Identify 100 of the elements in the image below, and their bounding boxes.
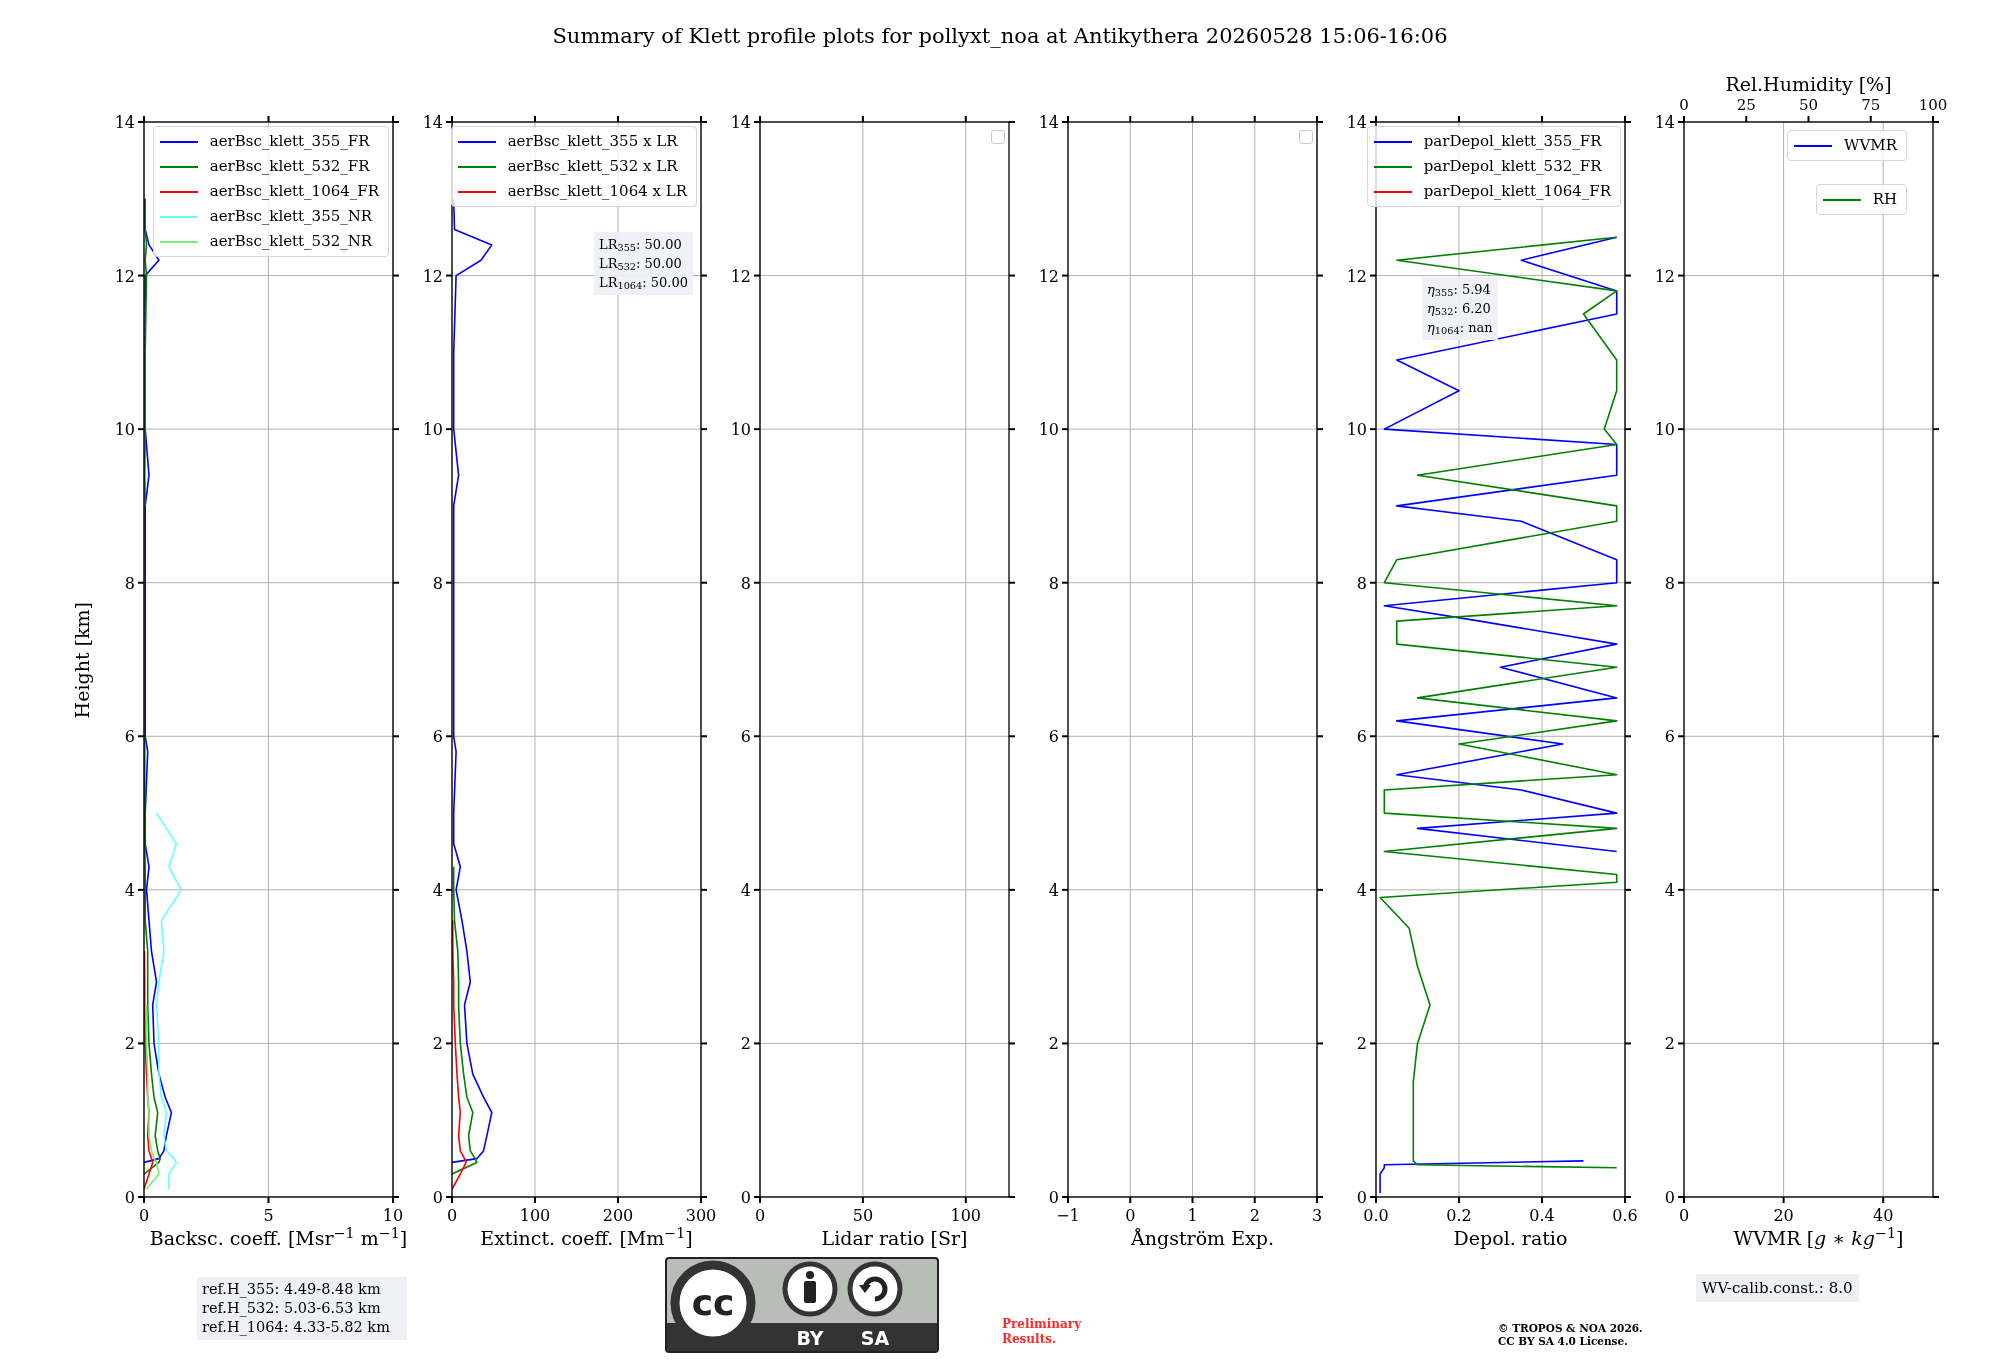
tick-label: 14 <box>1654 113 1675 132</box>
badge-label: SA <box>860 1327 890 1349</box>
tick-label: 8 <box>740 573 751 593</box>
tick-label: 5 <box>263 1206 274 1225</box>
tick-label: 25 <box>1736 96 1756 114</box>
legend-label: parDepol_klett_355_FR <box>1423 131 1602 152</box>
axis-label: Ångström Exp. <box>1131 1226 1274 1251</box>
tick-label: 0 <box>446 1206 458 1225</box>
tick-label: 14 <box>730 113 751 132</box>
tick-label: 12 <box>114 266 135 286</box>
axis-label: Height [km] <box>69 601 94 719</box>
tick-label: 12 <box>1038 266 1059 286</box>
legend-label: aerBsc_klett_355_FR <box>209 131 370 152</box>
tick-label: 0.2 <box>1446 1206 1472 1225</box>
legend-label: aerBsc_klett_1064_FR <box>209 181 379 202</box>
tick-label: 6 <box>1048 727 1059 747</box>
tick-label: 0 <box>138 1206 150 1225</box>
tick-label: 50 <box>852 1206 874 1225</box>
tick-label: 8 <box>124 573 135 593</box>
tick-label: 40 <box>1873 1206 1894 1225</box>
tick-label: 10 <box>422 420 443 440</box>
tick-label: 6 <box>740 727 751 747</box>
tick-label: 2 <box>1664 1034 1675 1054</box>
tick-label: 8 <box>432 573 443 593</box>
tick-label: 2 <box>1048 1034 1059 1054</box>
tick-label: 14 <box>1346 113 1367 132</box>
tick-label: 2 <box>124 1034 135 1054</box>
legend-label: aerBsc_klett_532 x LR <box>507 156 678 177</box>
tick-label: 0.6 <box>1612 1206 1638 1225</box>
legend-label: aerBsc_klett_532_NR <box>209 231 373 252</box>
legend-label: WVMR <box>1844 135 1897 156</box>
legend-label: RH <box>1872 189 1897 210</box>
legend-label: aerBsc_klett_1064 x LR <box>507 181 687 202</box>
tick-label: −1 <box>1056 1206 1080 1225</box>
tick-label: 0 <box>1664 1188 1675 1207</box>
tick-label: 2 <box>1249 1206 1260 1225</box>
tick-label: 50 <box>1798 96 1819 114</box>
tick-label: 2 <box>1356 1034 1367 1054</box>
note-text: Preliminary Results. <box>1002 1317 1083 1347</box>
badge-label: cc <box>691 1282 735 1323</box>
tick-label: 6 <box>124 727 135 747</box>
badge-label: BY <box>796 1327 824 1349</box>
axis-label: WVMR [g ∗ kg$^{−1}$] <box>1733 1225 1904 1251</box>
tick-label: 100 <box>950 1206 982 1225</box>
axis-label: Backsc. coeff. [Msr$^{−1}$ m$^{−1}$] <box>149 1225 408 1251</box>
annotation-text: η$_{532}$: 6.20 <box>1427 300 1491 318</box>
tick-label: 10 <box>1346 420 1367 440</box>
tick-label: 20 <box>1773 1206 1794 1225</box>
axis-label: Lidar ratio [Sr] <box>821 1226 968 1251</box>
tick-label: 12 <box>1346 266 1367 286</box>
tick-label: 0 <box>124 1188 135 1207</box>
tick-label: 300 <box>685 1206 717 1225</box>
tick-label: 10 <box>1654 420 1675 440</box>
tick-label: 10 <box>1038 420 1059 440</box>
info-text: ref.H_1064: 4.33-5.82 km <box>202 1318 391 1337</box>
tick-label: 10 <box>382 1206 404 1225</box>
annotation-text: LR$_{355}$: 50.00 <box>599 236 682 254</box>
tick-label: 0 <box>1679 96 1689 114</box>
tick-label: 4 <box>432 880 443 900</box>
tick-label: 200 <box>602 1206 634 1225</box>
tick-label: 8 <box>1664 573 1675 593</box>
legend-label: aerBsc_klett_532_FR <box>209 156 370 177</box>
tick-label: 0 <box>1678 1206 1690 1225</box>
tick-label: 75 <box>1861 96 1881 114</box>
tick-label: 0 <box>740 1188 751 1207</box>
tick-label: 12 <box>422 266 443 286</box>
tick-label: 0 <box>1125 1206 1136 1225</box>
annotation-text: η$_{355}$: 5.94 <box>1427 281 1491 299</box>
annotation-text: η$_{1064}$: nan <box>1427 319 1493 337</box>
annotation-text: LR$_{532}$: 50.00 <box>599 255 682 273</box>
legend-label: parDepol_klett_1064_FR <box>1423 181 1611 202</box>
figure-title: Summary of Klett profile plots for pollyxt_noa at Antikythera 20260528 15:06-16:06 <box>552 23 1448 50</box>
tick-label: 14 <box>422 113 443 132</box>
tick-label: 10 <box>730 420 751 440</box>
copyright-text: CC BY SA 4.0 License. <box>1498 1335 1628 1348</box>
axis-label: Depol. ratio <box>1453 1226 1568 1251</box>
tick-label: 0 <box>432 1188 443 1207</box>
info-text: ref.H_355: 4.49-8.48 km <box>202 1280 382 1299</box>
tick-label: 12 <box>730 266 751 286</box>
tick-label: 12 <box>1654 266 1675 286</box>
tick-label: 3 <box>1311 1206 1323 1225</box>
tick-label: 6 <box>1356 727 1367 747</box>
tick-label: 0 <box>1048 1188 1059 1207</box>
tick-label: 4 <box>740 880 751 900</box>
tick-label: 8 <box>1048 573 1059 593</box>
tick-label: 8 <box>1356 573 1367 593</box>
tick-label: 4 <box>124 880 135 900</box>
tick-label: 6 <box>432 727 443 747</box>
annotation-text: LR$_{1064}$: 50.00 <box>599 274 688 292</box>
tick-label: 100 <box>519 1206 551 1225</box>
legend-label: aerBsc_klett_355 x LR <box>507 131 678 152</box>
info-text: ref.H_532: 5.03-6.53 km <box>202 1299 382 1318</box>
tick-label: 4 <box>1048 880 1059 900</box>
axis-label: Rel.Humidity [%] <box>1725 75 1892 95</box>
tick-label: 1 <box>1187 1206 1198 1225</box>
legend-label: parDepol_klett_532_FR <box>1423 156 1602 177</box>
tick-label: 0.4 <box>1529 1206 1555 1225</box>
axis-label: Extinct. coeff. [Mm$^{−1}$] <box>480 1225 693 1251</box>
tick-label: 0.0 <box>1363 1206 1389 1225</box>
tick-label: 100 <box>1918 96 1948 114</box>
